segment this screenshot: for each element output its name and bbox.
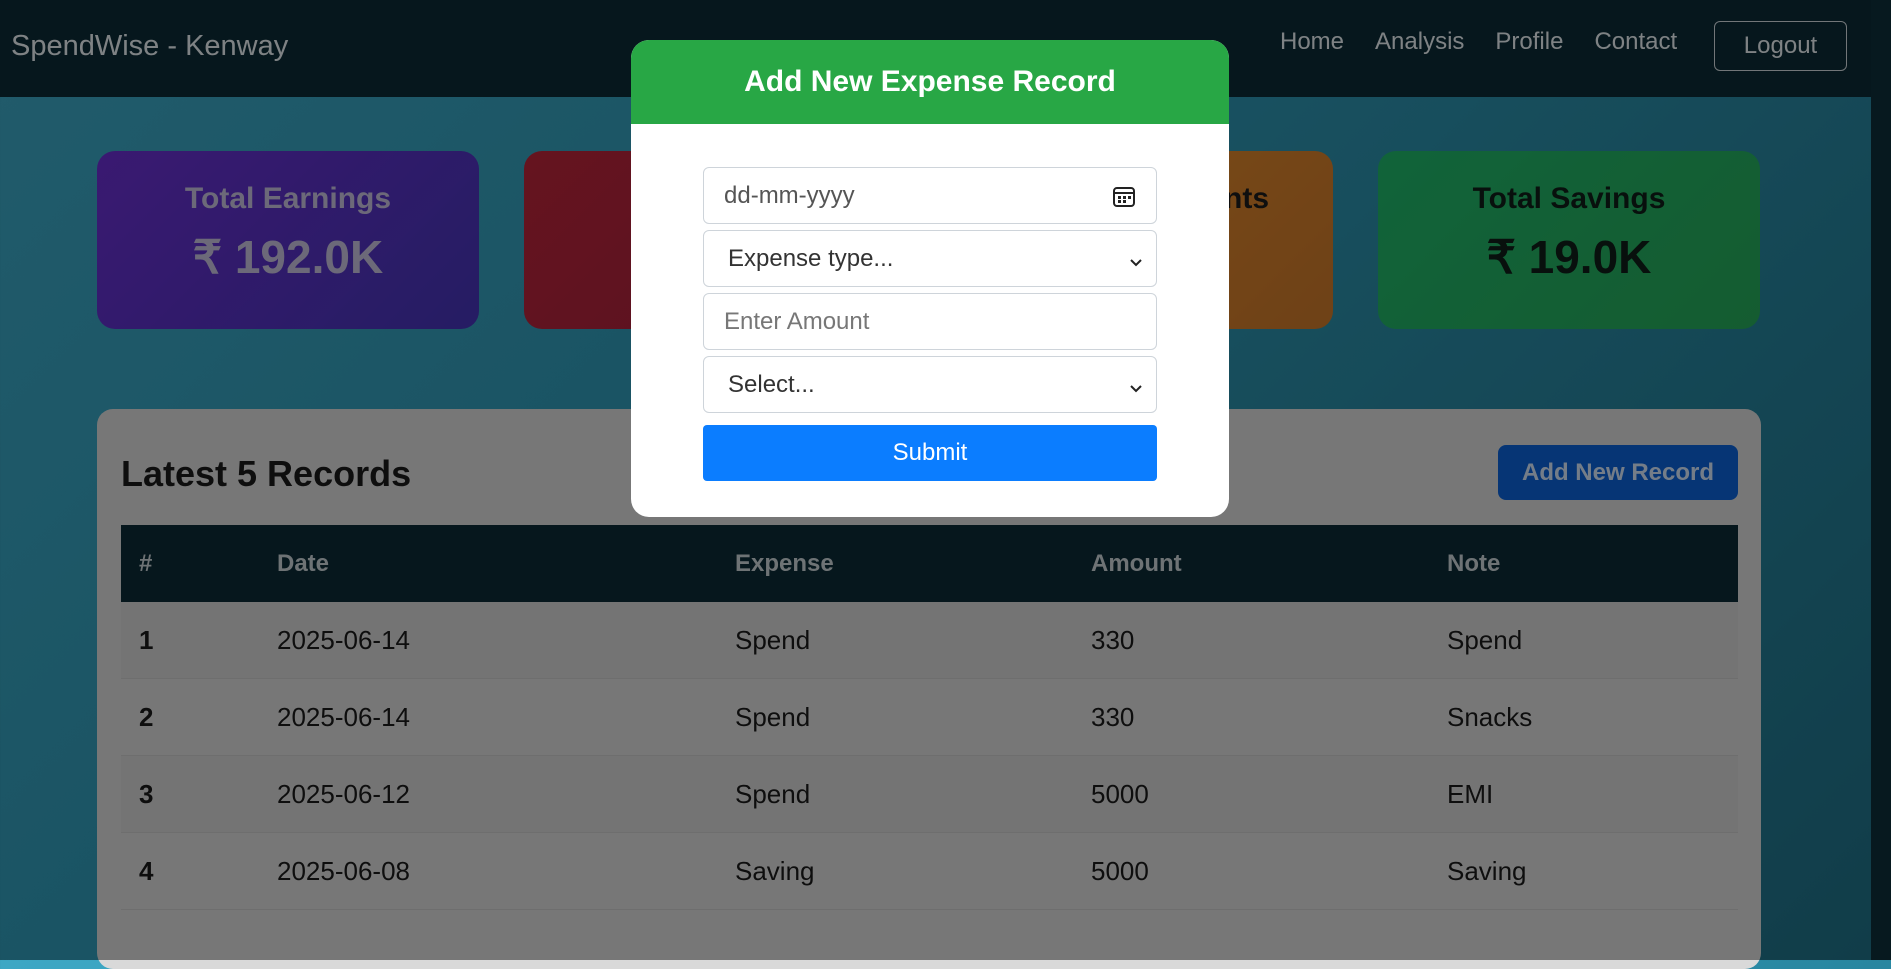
chevron-down-icon	[1128, 249, 1144, 267]
expense-type-value: Expense type...	[728, 244, 894, 272]
amount-placeholder: Enter Amount	[724, 307, 870, 335]
add-expense-modal: Add New Expense Record dd-mm-yyyy Expens…	[631, 40, 1229, 517]
category-select[interactable]: Select...	[703, 356, 1157, 413]
calendar-icon[interactable]	[1112, 184, 1136, 208]
submit-button[interactable]: Submit	[703, 425, 1157, 481]
chevron-down-icon	[1128, 375, 1144, 393]
expense-type-select[interactable]: Expense type...	[703, 230, 1157, 287]
amount-input[interactable]: Enter Amount	[703, 293, 1157, 350]
category-value: Select...	[728, 370, 815, 398]
modal-title: Add New Expense Record	[631, 40, 1229, 124]
date-placeholder: dd-mm-yyyy	[724, 181, 855, 209]
date-input[interactable]: dd-mm-yyyy	[703, 167, 1157, 224]
